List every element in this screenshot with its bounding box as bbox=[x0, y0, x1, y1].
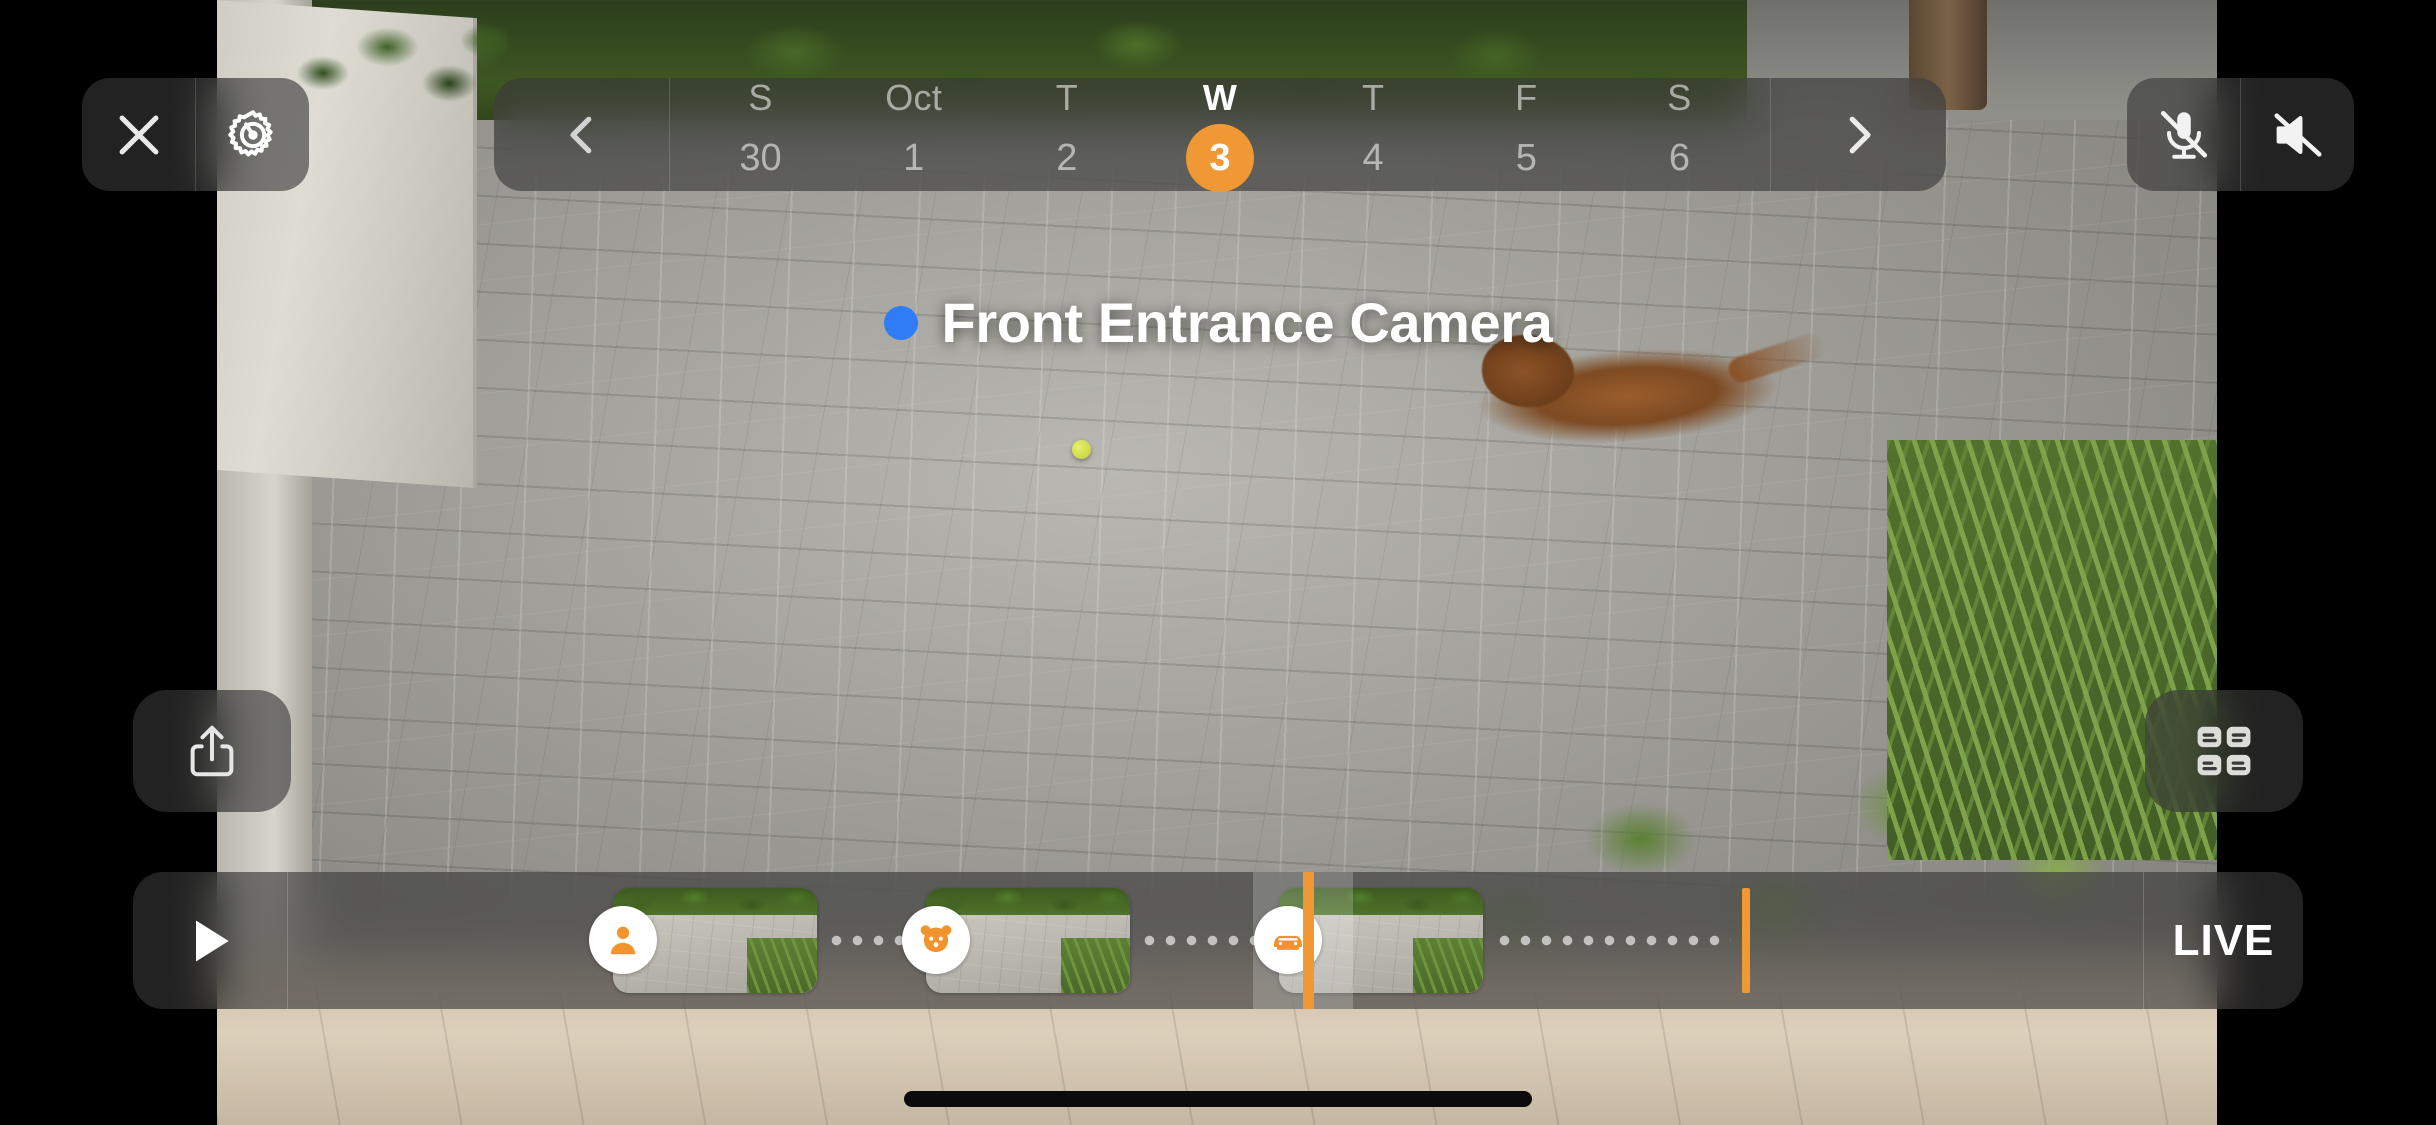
camera-name-label: Front Entrance Camera bbox=[941, 291, 1553, 354]
person-icon bbox=[605, 922, 641, 958]
next-week-button[interactable] bbox=[1771, 78, 1946, 191]
vehicle-icon bbox=[1269, 921, 1307, 959]
day-number: 6 bbox=[1668, 136, 1690, 179]
day-item-6[interactable]: S 6 bbox=[1619, 76, 1739, 192]
close-icon bbox=[110, 106, 168, 164]
top-left-controls bbox=[82, 78, 309, 191]
day-number: 5 bbox=[1515, 136, 1537, 179]
previous-week-button[interactable] bbox=[494, 78, 669, 191]
recording-status-dot bbox=[883, 305, 918, 340]
camera-title: Front Entrance Camera bbox=[0, 290, 2436, 355]
video-stage: S 30 Oct 1 T 2 W 3 T 4 F 5 S 6 Front Ent… bbox=[0, 0, 2436, 1125]
top-right-controls bbox=[2127, 78, 2354, 191]
timeline-dots bbox=[1139, 935, 1266, 946]
chevron-right-icon bbox=[1832, 108, 1886, 162]
day-of-week: S bbox=[1667, 76, 1692, 118]
date-scrubber: S 30 Oct 1 T 2 W 3 T 4 F 5 S 6 bbox=[494, 76, 1946, 192]
chevron-left-icon bbox=[555, 108, 609, 162]
clip-foliage bbox=[1060, 938, 1131, 993]
day-number: 2 bbox=[1056, 136, 1078, 179]
speaker-button[interactable] bbox=[2241, 78, 2354, 191]
clip-foliage bbox=[1413, 938, 1483, 993]
share-button[interactable] bbox=[133, 690, 291, 812]
event-badge-animal[interactable] bbox=[902, 906, 970, 974]
day-item-3-selected[interactable]: W 3 bbox=[1160, 76, 1280, 192]
live-button[interactable]: LIVE bbox=[2143, 872, 2303, 1009]
day-list: S 30 Oct 1 T 2 W 3 T 4 F 5 S 6 bbox=[669, 76, 1771, 192]
day-number: 30 bbox=[739, 136, 782, 179]
playhead-scrubber[interactable] bbox=[1302, 872, 1314, 1009]
day-of-week: F bbox=[1515, 76, 1538, 118]
day-number: 3 bbox=[1185, 123, 1254, 192]
day-item-0[interactable]: S 30 bbox=[701, 76, 821, 192]
day-of-week: Oct bbox=[885, 76, 943, 118]
close-button[interactable] bbox=[82, 78, 195, 191]
timeline-bar: LIVE bbox=[133, 872, 2303, 1009]
day-item-5[interactable]: F 5 bbox=[1466, 76, 1586, 192]
timeline-dots bbox=[825, 935, 912, 946]
day-item-2[interactable]: T 2 bbox=[1007, 76, 1127, 192]
speaker-off-icon bbox=[2269, 106, 2327, 164]
day-of-week: T bbox=[1055, 76, 1078, 118]
live-label: LIVE bbox=[2172, 915, 2275, 965]
day-of-week: W bbox=[1202, 76, 1238, 118]
event-badge-person[interactable] bbox=[588, 906, 657, 974]
overlay-chrome: S 30 Oct 1 T 2 W 3 T 4 F 5 S 6 Front Ent… bbox=[0, 0, 2436, 1125]
clip-foliage bbox=[747, 938, 817, 993]
play-button[interactable] bbox=[133, 872, 288, 1009]
day-of-week: T bbox=[1361, 76, 1385, 118]
day-number: 4 bbox=[1362, 136, 1384, 179]
animal-icon bbox=[917, 921, 955, 959]
gear-icon bbox=[222, 104, 284, 166]
play-icon bbox=[182, 911, 238, 971]
day-number: 1 bbox=[903, 136, 925, 179]
grid-view-icon bbox=[2191, 718, 2257, 784]
timeline-dots bbox=[1493, 935, 1732, 946]
day-item-4[interactable]: T 4 bbox=[1313, 76, 1433, 192]
day-of-week: S bbox=[748, 76, 773, 118]
microphone-off-icon bbox=[2155, 106, 2213, 164]
share-icon bbox=[181, 720, 243, 782]
microphone-button[interactable] bbox=[2127, 78, 2240, 191]
timeline-track[interactable] bbox=[288, 872, 2143, 1009]
settings-button[interactable] bbox=[196, 78, 309, 191]
day-item-1[interactable]: Oct 1 bbox=[854, 76, 974, 192]
live-edge-marker bbox=[1742, 888, 1751, 993]
home-indicator bbox=[904, 1091, 1532, 1107]
grid-view-button[interactable] bbox=[2145, 690, 2303, 812]
